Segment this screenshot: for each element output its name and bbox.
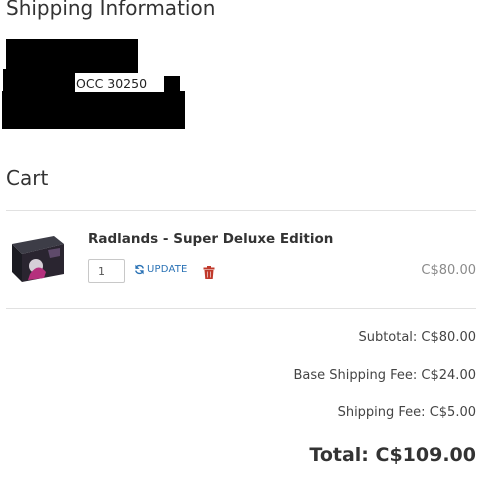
refresh-icon — [134, 264, 145, 275]
redacted-address-line-1 — [6, 39, 138, 73]
product-name[interactable]: Radlands - Super Deluxe Edition — [88, 231, 333, 247]
item-price: C$80.00 — [421, 263, 476, 278]
update-label: UPDATE — [147, 264, 188, 275]
quantity-input[interactable] — [88, 259, 125, 283]
order-total: Total: C$109.00 — [309, 444, 476, 466]
subtotal-text: Subtotal: C$80.00 — [358, 330, 476, 345]
address-fragment: OCC 30250 — [75, 76, 164, 92]
shipping-fee-text: Shipping Fee: C$5.00 — [337, 405, 476, 420]
redacted-address-line-3 — [2, 91, 185, 129]
product-thumbnail[interactable] — [8, 232, 66, 284]
redacted-address-line-2 — [3, 69, 75, 93]
update-button[interactable]: UPDATE — [134, 264, 188, 275]
base-shipping-fee-text: Base Shipping Fee: C$24.00 — [293, 368, 476, 383]
shipping-information-heading: Shipping Information — [6, 0, 216, 20]
cart-top-divider — [6, 210, 476, 211]
cart-heading: Cart — [6, 166, 49, 190]
cart-bottom-divider — [6, 308, 476, 309]
trash-icon[interactable] — [203, 264, 215, 283]
